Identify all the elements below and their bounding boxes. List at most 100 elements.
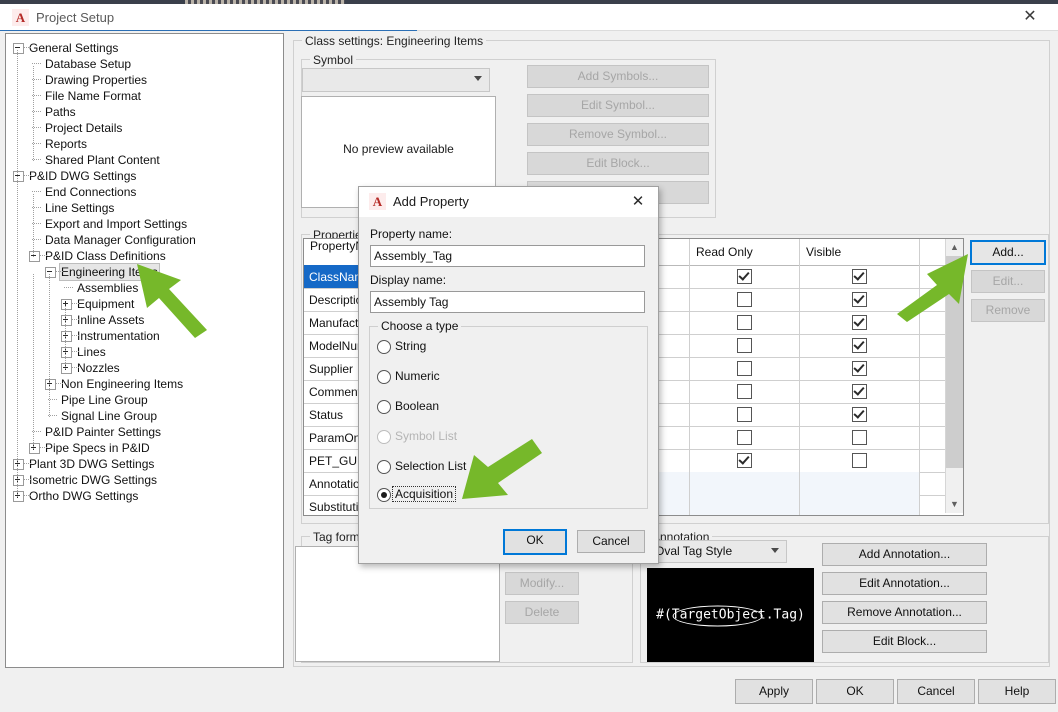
expand-icon[interactable] xyxy=(61,347,72,358)
help-button[interactable]: Help xyxy=(978,679,1056,704)
cell-read-only[interactable] xyxy=(690,311,800,334)
cell-property-name: Substitution xyxy=(304,495,372,515)
apply-button[interactable]: Apply xyxy=(735,679,813,704)
dialog-close-icon[interactable]: ✕ xyxy=(624,191,652,213)
collapse-icon[interactable] xyxy=(45,267,56,278)
annotation-edit-block-button[interactable]: Edit Block... xyxy=(822,630,987,653)
expand-icon[interactable] xyxy=(61,363,72,374)
tree-item-label: Data Manager Configuration xyxy=(45,233,196,247)
checkbox-visible[interactable] xyxy=(852,292,867,307)
checkbox-read-only[interactable] xyxy=(737,384,752,399)
cell-visible[interactable] xyxy=(800,495,920,515)
remove-annotation-button[interactable]: Remove Annotation... xyxy=(822,601,987,624)
symbol-dropdown[interactable] xyxy=(302,68,490,92)
cell-visible[interactable] xyxy=(800,449,920,472)
display-name-input[interactable] xyxy=(370,291,645,313)
cell-visible[interactable] xyxy=(800,426,920,449)
cell-read-only[interactable] xyxy=(690,472,800,495)
checkbox-visible[interactable] xyxy=(852,407,867,422)
tree-connector xyxy=(72,319,79,320)
column-header-read-only[interactable]: Read Only xyxy=(690,239,800,265)
edit-property-button[interactable]: Edit... xyxy=(971,270,1045,293)
cell-read-only[interactable] xyxy=(690,449,800,472)
remove-symbol-button[interactable]: Remove Symbol... xyxy=(527,123,709,146)
arrow-to-acquisition-radio xyxy=(462,439,542,499)
checkbox-read-only[interactable] xyxy=(737,430,752,445)
checkbox-read-only[interactable] xyxy=(737,453,752,468)
checkbox-visible[interactable] xyxy=(852,361,867,376)
close-icon[interactable]: ✕ xyxy=(1010,6,1050,28)
tree-item-label: Lines xyxy=(77,345,106,359)
cell-visible[interactable] xyxy=(800,357,920,380)
tag-format-modify-button[interactable]: Modify... xyxy=(505,572,579,595)
cell-visible[interactable] xyxy=(800,403,920,426)
checkbox-read-only[interactable] xyxy=(737,269,752,284)
cell-property-name: ClassName xyxy=(304,265,371,288)
expand-icon[interactable] xyxy=(29,443,40,454)
settings-tree[interactable]: General Settings Database Setup Drawing Pr… xyxy=(5,33,284,668)
radio-circle-icon xyxy=(377,488,391,502)
cell-read-only[interactable] xyxy=(690,380,800,403)
tree-connector xyxy=(72,303,79,304)
tree-guide xyxy=(33,274,34,450)
expand-icon[interactable] xyxy=(45,379,56,390)
tag-format-delete-button[interactable]: Delete xyxy=(505,601,579,624)
checkbox-read-only[interactable] xyxy=(737,338,752,353)
checkbox-visible[interactable] xyxy=(852,338,867,353)
add-property-button[interactable]: Add... xyxy=(970,240,1046,265)
checkbox-visible[interactable] xyxy=(852,384,867,399)
cell-read-only[interactable] xyxy=(690,403,800,426)
tree-connector xyxy=(24,479,31,480)
expand-icon[interactable] xyxy=(13,491,24,502)
edit-annotation-button[interactable]: Edit Annotation... xyxy=(822,572,987,595)
expand-icon[interactable] xyxy=(61,299,72,310)
expand-icon[interactable] xyxy=(61,315,72,326)
cell-property-name: Manufacturer xyxy=(304,311,380,334)
tree-item-label: Assemblies xyxy=(77,281,139,295)
cell-property-name: Status xyxy=(304,403,366,426)
cell-read-only[interactable] xyxy=(690,265,800,288)
cell-read-only[interactable] xyxy=(690,357,800,380)
checkbox-visible[interactable] xyxy=(852,453,867,468)
remove-property-button[interactable]: Remove xyxy=(971,299,1045,322)
tree-guide xyxy=(49,306,50,418)
checkbox-read-only[interactable] xyxy=(737,292,752,307)
expand-icon[interactable] xyxy=(13,459,24,470)
checkbox-read-only[interactable] xyxy=(737,315,752,330)
expand-icon[interactable] xyxy=(13,475,24,486)
collapse-icon[interactable] xyxy=(13,171,24,182)
cell-visible[interactable] xyxy=(800,334,920,357)
cell-visible[interactable] xyxy=(800,380,920,403)
ok-button[interactable]: OK xyxy=(816,679,894,704)
checkbox-visible[interactable] xyxy=(852,269,867,284)
collapse-icon[interactable] xyxy=(29,251,40,262)
cancel-button[interactable]: Cancel xyxy=(897,679,975,704)
dialog-ok-button[interactable]: OK xyxy=(503,529,567,555)
edit-block-button[interactable]: Edit Block... xyxy=(527,152,709,175)
tree-item-label: P&ID Painter Settings xyxy=(45,425,162,439)
scroll-down-icon[interactable]: ▼ xyxy=(946,496,963,513)
tree-connector xyxy=(24,463,31,464)
choose-type-title: Choose a type xyxy=(378,319,462,333)
edit-symbol-button[interactable]: Edit Symbol... xyxy=(527,94,709,117)
tree-item-label: Signal Line Group xyxy=(61,409,158,423)
cell-read-only[interactable] xyxy=(690,334,800,357)
checkbox-visible[interactable] xyxy=(852,315,867,330)
property-name-input[interactable] xyxy=(370,245,645,267)
checkbox-read-only[interactable] xyxy=(737,361,752,376)
annotation-style-dropdown[interactable]: Oval Tag Style xyxy=(648,540,787,563)
cell-read-only[interactable] xyxy=(690,288,800,311)
column-header-property-name[interactable]: PropertyName xyxy=(304,239,387,265)
cell-read-only[interactable] xyxy=(690,495,800,515)
expand-icon[interactable] xyxy=(61,331,72,342)
cell-visible[interactable] xyxy=(800,472,920,495)
checkbox-read-only[interactable] xyxy=(737,407,752,422)
dialog-cancel-button[interactable]: Cancel xyxy=(577,530,645,553)
tree-connector xyxy=(72,351,79,352)
add-symbols-button[interactable]: Add Symbols... xyxy=(527,65,709,88)
collapse-icon[interactable] xyxy=(13,43,24,54)
checkbox-visible[interactable] xyxy=(852,430,867,445)
cell-read-only[interactable] xyxy=(690,426,800,449)
add-annotation-button[interactable]: Add Annotation... xyxy=(822,543,987,566)
tree-item-label: General Settings xyxy=(29,41,119,55)
